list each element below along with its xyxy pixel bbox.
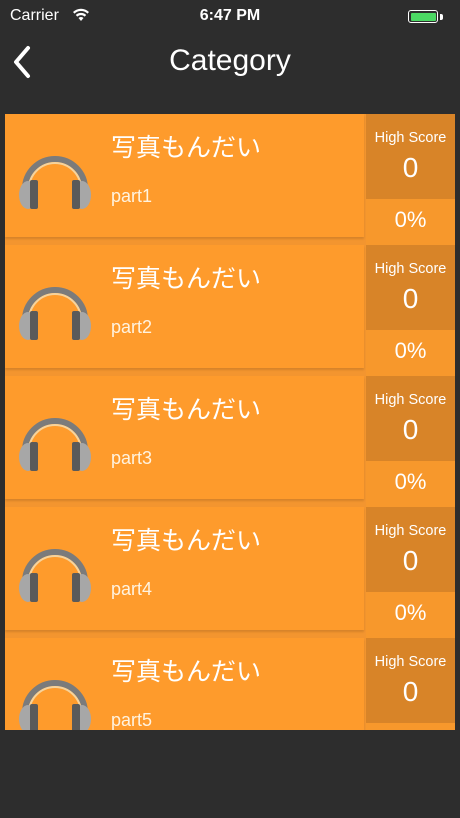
high-score-panel: High Score 0 bbox=[366, 245, 455, 330]
status-bar: Carrier 6:47 PM bbox=[0, 0, 460, 32]
high-score-value: 0 bbox=[402, 414, 419, 445]
category-part: part1 bbox=[111, 186, 153, 206]
list-item-3: 写真もんだい part3 High Score 0 0% bbox=[5, 376, 455, 507]
category-title: 写真もんだい bbox=[111, 527, 262, 555]
list-item-1: 写真もんだい part1 High Score 0 0% bbox=[5, 114, 455, 245]
progress-panel: 0% bbox=[366, 330, 455, 376]
navigation-bar: Category bbox=[0, 32, 460, 94]
headphones-icon bbox=[19, 287, 91, 340]
category-card[interactable]: 写真もんだい part4 bbox=[5, 507, 364, 630]
high-score-label: High Score bbox=[374, 261, 447, 277]
high-score-label: High Score bbox=[374, 130, 447, 146]
high-score-panel: High Score 0 bbox=[366, 638, 455, 723]
category-part: part5 bbox=[111, 710, 153, 730]
headphones-icon bbox=[19, 418, 91, 471]
progress-panel: 0% bbox=[366, 199, 455, 245]
high-score-value: 0 bbox=[402, 152, 419, 183]
progress-percent: 0% bbox=[394, 338, 427, 363]
page-title: Category bbox=[169, 44, 291, 77]
category-card[interactable]: 写真もんだい part2 bbox=[5, 245, 364, 368]
headphones-icon bbox=[19, 549, 91, 602]
high-score-value: 0 bbox=[402, 283, 419, 314]
progress-percent: 0% bbox=[394, 469, 427, 494]
high-score-panel: High Score 0 bbox=[366, 507, 455, 592]
high-score-label: High Score bbox=[374, 654, 447, 670]
high-score-panel: High Score 0 bbox=[366, 376, 455, 461]
progress-percent: 0% bbox=[394, 600, 427, 625]
headphones-icon bbox=[19, 156, 91, 209]
high-score-label: High Score bbox=[374, 523, 447, 539]
progress-panel: 0% bbox=[366, 461, 455, 507]
headphones-icon bbox=[19, 680, 91, 730]
category-title: 写真もんだい bbox=[111, 658, 262, 686]
progress-panel: 0% bbox=[366, 723, 455, 730]
category-part: part2 bbox=[111, 317, 153, 337]
list-item-4: 写真もんだい part4 High Score 0 0% bbox=[5, 507, 455, 638]
category-list[interactable]: 写真もんだい part1 High Score 0 0% 写真もんだい part… bbox=[5, 114, 455, 730]
status-time: 6:47 PM bbox=[199, 7, 261, 24]
category-part: part4 bbox=[111, 579, 153, 599]
category-title: 写真もんだい bbox=[111, 134, 262, 162]
list-item-5: 写真もんだい part5 High Score 0 0% bbox=[5, 638, 455, 730]
high-score-value: 0 bbox=[402, 676, 419, 707]
category-title: 写真もんだい bbox=[111, 265, 262, 293]
category-card[interactable]: 写真もんだい part5 bbox=[5, 638, 364, 730]
category-card[interactable]: 写真もんだい part3 bbox=[5, 376, 364, 499]
category-part: part3 bbox=[111, 448, 153, 468]
high-score-value: 0 bbox=[402, 545, 419, 576]
progress-percent: 0% bbox=[394, 207, 427, 232]
high-score-label: High Score bbox=[374, 392, 447, 408]
battery-icon bbox=[408, 10, 438, 23]
category-card[interactable]: 写真もんだい part1 bbox=[5, 114, 364, 237]
battery-tip bbox=[440, 14, 443, 20]
high-score-panel: High Score 0 bbox=[366, 114, 455, 199]
list-item-2: 写真もんだい part2 High Score 0 0% bbox=[5, 245, 455, 376]
progress-panel: 0% bbox=[366, 592, 455, 638]
category-title: 写真もんだい bbox=[111, 396, 262, 424]
